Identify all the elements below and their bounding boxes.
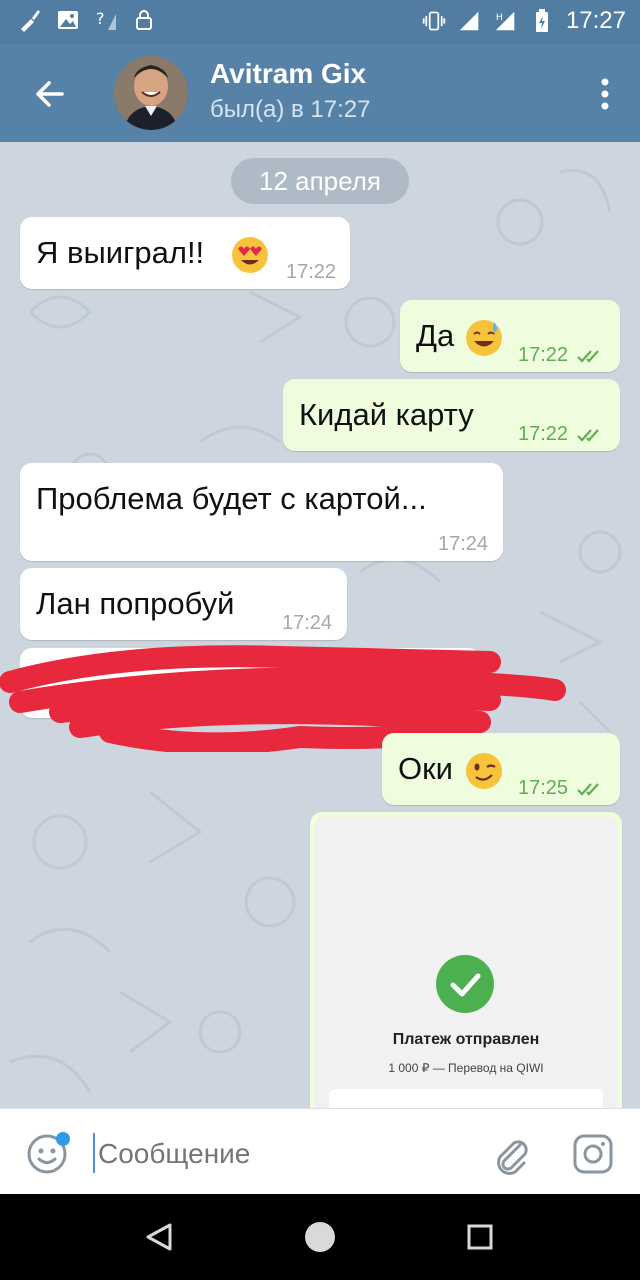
message-text: Я выиграл!! xyxy=(36,235,205,270)
emoji-smile-icon[interactable] xyxy=(26,1131,70,1175)
lock-icon xyxy=(132,8,156,32)
read-double-check-icon xyxy=(577,429,599,442)
message-outgoing[interactable]: Оки 17:25 xyxy=(382,733,620,805)
message-incoming[interactable]: Проблема будет с картой... 17:24 xyxy=(20,463,503,561)
message-outgoing[interactable]: Да 17:22 xyxy=(400,300,620,372)
status-time: 17:27 xyxy=(565,7,626,34)
nav-home-icon[interactable] xyxy=(300,1217,340,1257)
message-text: Да xyxy=(416,318,455,353)
signal-h-icon: H xyxy=(494,9,518,33)
read-double-check-icon xyxy=(577,350,599,363)
svg-text:?: ? xyxy=(96,9,105,28)
message-time: 17:24 xyxy=(438,533,489,555)
status-bar: ? H 17:27 xyxy=(0,0,640,44)
message-time: 17:22 xyxy=(518,423,569,445)
attach-paperclip-icon[interactable] xyxy=(490,1133,532,1175)
read-double-check-icon xyxy=(577,783,599,796)
contact-name[interactable]: Avitram Gix xyxy=(210,58,366,90)
nav-back-icon[interactable] xyxy=(140,1217,180,1257)
success-check-icon xyxy=(436,955,494,1013)
message-text: Лан попробуй xyxy=(36,586,235,621)
payment-title: Платеж отправлен xyxy=(392,1031,540,1048)
sweat-smile-emoji-icon xyxy=(464,318,504,363)
message-text: Проблема будет с картой... xyxy=(36,481,427,516)
message-input-bar xyxy=(0,1108,640,1195)
wink-emoji-icon xyxy=(464,751,504,796)
chat-area[interactable]: 12 апреля Я выиграл!! 17:22 Да 17:22 Кид… xyxy=(0,142,640,1108)
message-time: 17:22 xyxy=(286,261,337,283)
payment-card xyxy=(329,1089,603,1108)
broom-icon xyxy=(18,8,42,32)
signal-icon xyxy=(458,9,482,33)
message-outgoing[interactable]: Кидай карту 17:22 xyxy=(283,379,620,451)
battery-icon xyxy=(530,9,554,33)
camera-icon[interactable] xyxy=(572,1133,614,1175)
payment-screenshot[interactable]: Платеж отправлен 1 000 ₽ — Перевод на QI… xyxy=(315,817,617,1108)
message-text: Кидай карту xyxy=(299,397,474,432)
text-cursor xyxy=(93,1133,95,1173)
chat-header: Avitram Gix был(а) в 17:27 xyxy=(0,44,640,142)
message-incoming[interactable]: Я выиграл!! 17:22 xyxy=(20,217,350,289)
date-separator: 12 апреля xyxy=(231,158,409,204)
message-time: 17:22 xyxy=(518,344,569,366)
nav-recents-icon[interactable] xyxy=(460,1217,500,1257)
avatar[interactable] xyxy=(114,56,188,130)
svg-text:H: H xyxy=(496,12,503,23)
message-incoming[interactable]: Лан попробуй 17:24 xyxy=(20,568,347,640)
back-arrow-icon[interactable] xyxy=(30,74,70,114)
message-text: Оки xyxy=(398,751,453,786)
message-time: 17:25 xyxy=(518,777,569,799)
wifi-question-icon: ? xyxy=(94,8,118,32)
image-icon xyxy=(56,8,80,32)
system-nav-bar xyxy=(0,1194,640,1280)
heart-eyes-emoji-icon xyxy=(230,235,270,280)
image-message[interactable]: Платеж отправлен 1 000 ₽ — Перевод на QI… xyxy=(310,812,622,1108)
last-seen-status: был(а) в 17:27 xyxy=(210,96,371,123)
vibrate-icon xyxy=(422,9,446,33)
payment-subtitle: 1 000 ₽ — Перевод на QIWI xyxy=(388,1061,544,1075)
more-vert-icon[interactable] xyxy=(600,77,610,111)
message-input[interactable] xyxy=(96,1131,480,1177)
